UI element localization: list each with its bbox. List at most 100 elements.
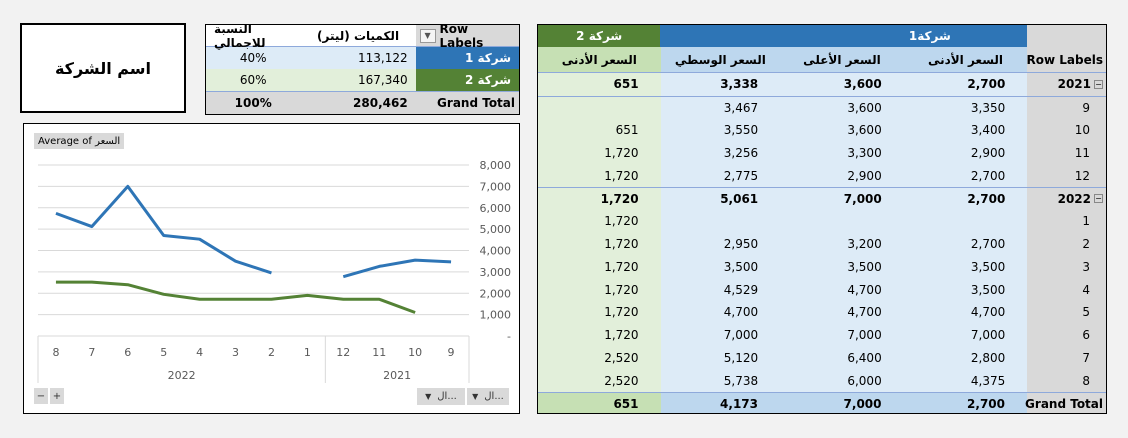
row-label-text: 3 — [1082, 259, 1090, 274]
row-label[interactable]: 1 — [1027, 209, 1106, 233]
y-tick-label: 3,000 — [480, 266, 512, 279]
row-label-company1[interactable]: شركة 1 — [415, 47, 519, 69]
group-company2[interactable]: شركة 2 — [538, 25, 661, 47]
x-tick-label: 12 — [336, 346, 350, 359]
company-name-label: اسم الشركة — [54, 58, 152, 78]
series-line-1 — [342, 258, 452, 279]
col-company2-min[interactable]: السعر الأدنى — [538, 47, 661, 72]
row-label-company2[interactable]: شركة 2 — [415, 69, 519, 91]
company2-min-cell: 1,720 — [538, 187, 661, 210]
grand-total-row: 651 4,173 7,000 2,700 Grand Total — [538, 392, 1106, 413]
dropdown-icon: ▼ — [472, 392, 479, 401]
series-line-1 — [55, 184, 272, 275]
row-label-text: 12 — [1074, 168, 1090, 183]
max-cell: 3,600 — [780, 96, 904, 119]
row-label[interactable]: Grand Total — [1025, 393, 1106, 413]
min-cell: 2,700 — [903, 73, 1028, 96]
max-cell: 3,600 — [780, 118, 904, 142]
mid-cell: 2,775 — [660, 164, 781, 187]
row-labels-header[interactable]: ▼Row Labels — [1027, 47, 1106, 72]
collapse-button[interactable]: − — [34, 388, 48, 404]
company2-min-cell: 2,520 — [538, 346, 661, 370]
max-cell: 3,300 — [780, 141, 904, 165]
max-cell: 6,400 — [780, 346, 904, 370]
row-label[interactable]: 10 — [1027, 118, 1106, 142]
row-label[interactable]: 6 — [1027, 323, 1106, 347]
col-mid[interactable]: السعر الوسطي — [660, 47, 781, 72]
company2-min-cell: 1,720 — [538, 232, 661, 256]
month-row: 651 3,550 3,600 3,400 10 — [538, 118, 1106, 142]
row-label[interactable]: 9 — [1027, 96, 1106, 119]
mid-cell: 3,467 — [660, 96, 781, 119]
chart-plot: - 1,000 2,000 3,000 4,000 5,000 6,000 7,000 8,00… — [37, 159, 512, 383]
row-label-text: 7 — [1082, 350, 1090, 365]
expand-button[interactable]: + — [50, 388, 64, 404]
min-cell: 4,700 — [903, 300, 1028, 324]
row-label[interactable]: 12 — [1027, 164, 1106, 187]
min-cell: 4,375 — [903, 369, 1028, 393]
month-row: 3,467 3,600 3,350 9 — [538, 95, 1106, 119]
row-label-text: Grand Total — [1025, 396, 1104, 411]
summary-row-company1: 40% 113,122 شركة 1 — [206, 47, 519, 69]
row-label[interactable]: 2 — [1027, 232, 1106, 256]
month-row: 1,720 2,950 3,200 2,700 2 — [538, 232, 1106, 256]
min-cell: 3,350 — [903, 96, 1028, 119]
x-tick-label: 7 — [88, 346, 95, 359]
row-label-text: 10 — [1074, 122, 1090, 137]
company2-min-cell: 1,720 — [538, 323, 661, 347]
company-name-box: اسم الشركة — [20, 23, 186, 113]
company2-min-cell: 2,520 — [538, 369, 661, 393]
pivot-chart[interactable]: Average of السعر -1,000 2,000 3,000 4,000 5,… — [23, 123, 520, 414]
filter-dropdown-icon[interactable]: ▼ — [419, 28, 436, 43]
row-label[interactable]: 2022− — [1027, 187, 1106, 210]
filter-button-1[interactable]: ▼ ال... — [417, 388, 465, 405]
y-tick-label: - — [507, 330, 511, 343]
grand-total-label: Grand Total — [437, 96, 516, 110]
min-cell: 2,700 — [903, 232, 1028, 256]
mid-cell: 3,550 — [660, 118, 781, 142]
month-row: 1,720 3,500 3,500 3,500 3 — [538, 255, 1106, 279]
row-label[interactable]: 11 — [1027, 141, 1106, 165]
filter-button-2[interactable]: ▼ ال... — [467, 388, 509, 405]
company2-min-cell: 651 — [538, 118, 661, 142]
company2-min-cell: 1,720 — [538, 141, 661, 165]
row-label[interactable]: 7 — [1027, 346, 1106, 370]
collapse-icon[interactable]: − — [1094, 194, 1103, 204]
max-cell: 3,500 — [780, 255, 904, 279]
row-label[interactable]: 3 — [1027, 255, 1106, 279]
col-max[interactable]: السعر الأعلى — [780, 47, 904, 72]
mid-cell: 4,700 — [660, 300, 781, 324]
row-label-text: 2021 — [1057, 77, 1091, 92]
row-label-text: 6 — [1082, 328, 1090, 343]
month-row: 1,720 1 — [538, 209, 1106, 233]
x-tick-label: 1 — [304, 346, 311, 359]
col-min[interactable]: السعر الأدنى — [903, 47, 1028, 72]
summary-total-row: 100% 280,462 Grand Total — [206, 91, 519, 114]
company2-min-cell: 1,720 — [538, 164, 661, 187]
y-tick-label: 2,000 — [480, 287, 512, 300]
mid-cell: 4,173 — [660, 393, 781, 413]
corner-cell — [1027, 25, 1106, 47]
row-label-text: 8 — [1082, 373, 1090, 388]
share-cell: 40% — [239, 51, 267, 65]
y-tick-label: 5,000 — [480, 223, 512, 236]
max-cell: 3,600 — [780, 73, 904, 96]
month-row: 1,720 4,700 4,700 4,700 5 — [538, 300, 1106, 324]
row-label[interactable]: 8 — [1027, 369, 1106, 393]
share-header[interactable]: النسبة للاجمالي — [206, 22, 300, 50]
row-label[interactable]: 2021− — [1027, 73, 1106, 96]
group-company1[interactable]: شركة1 — [660, 25, 1028, 47]
share-total: 100% — [234, 96, 272, 110]
row-labels-header[interactable]: ▼Row Labels — [415, 22, 519, 50]
row-label-text: 1 — [1082, 214, 1090, 229]
quantity-cell: 113,122 — [358, 51, 408, 65]
min-cell: 2,900 — [903, 141, 1028, 165]
x-tick-label: 4 — [196, 346, 203, 359]
row-label[interactable]: 4 — [1027, 278, 1106, 301]
row-label[interactable]: 5 — [1027, 300, 1106, 324]
min-cell: 2,700 — [903, 164, 1028, 187]
x-tick-label: 2 — [268, 346, 275, 359]
quantity-header[interactable]: الكميات (ليتر) — [300, 25, 415, 46]
mid-cell: 7,000 — [660, 323, 781, 347]
collapse-icon[interactable]: − — [1094, 79, 1103, 89]
